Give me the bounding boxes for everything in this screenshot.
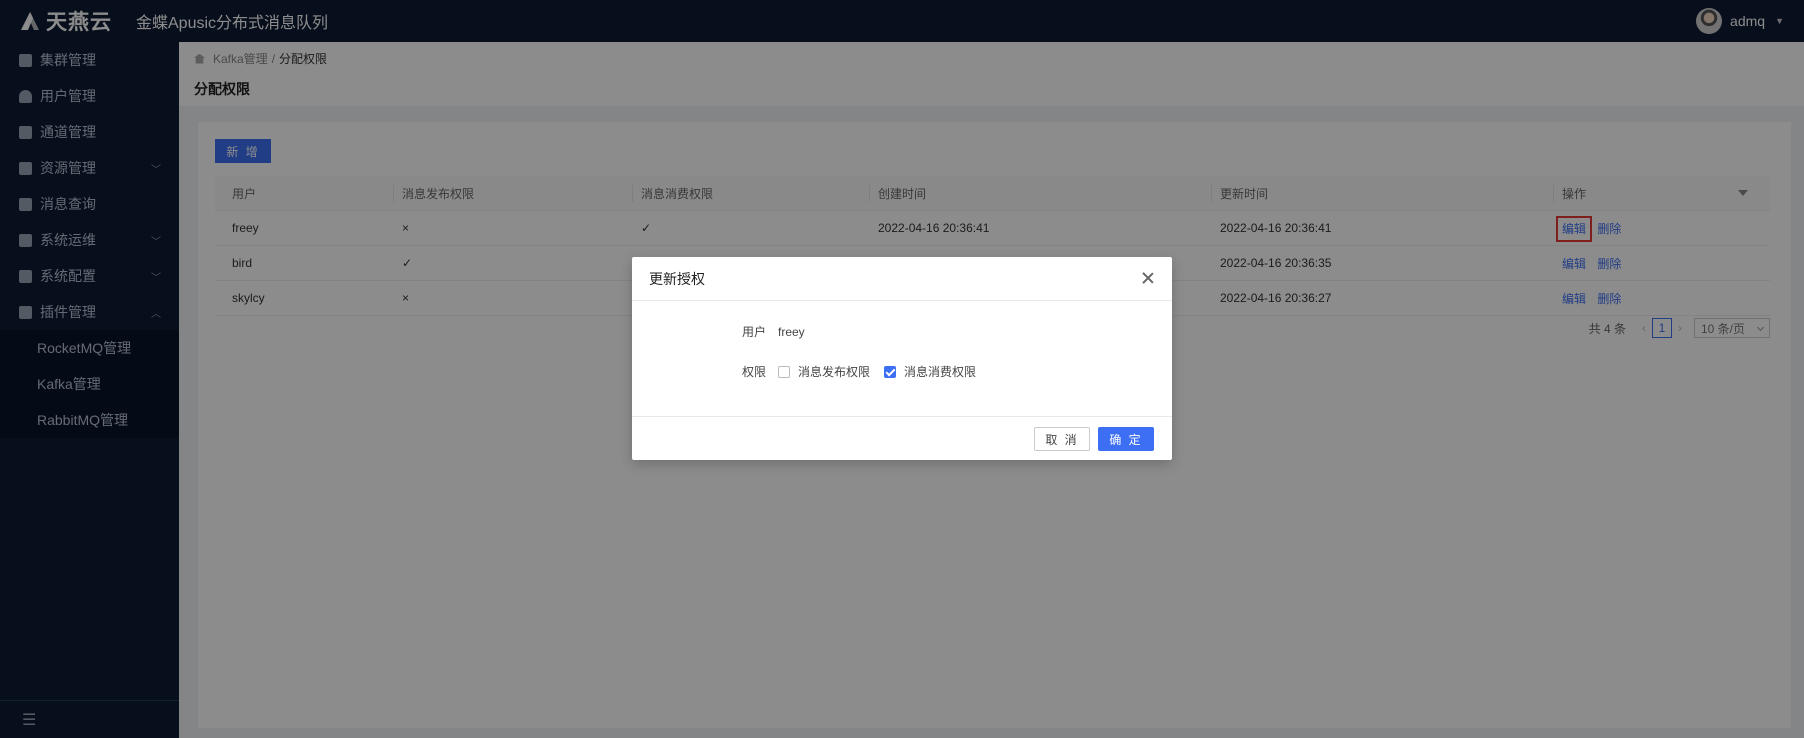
- user-label: 用户: [741, 325, 766, 339]
- update-permission-dialog: 更新授权 用户 freey 权限 消息发布权限 消息消费权限 取 消 确 定: [632, 257, 1172, 460]
- permission-label: 权限: [741, 365, 766, 379]
- modal-footer: 取 消 确 定: [632, 416, 1172, 460]
- publish-permission-label[interactable]: 消息发布权限: [798, 363, 870, 380]
- confirm-button[interactable]: 确 定: [1098, 427, 1154, 451]
- publish-permission-checkbox[interactable]: [778, 365, 790, 378]
- consume-permission-checkbox[interactable]: [884, 365, 897, 378]
- permission-checkbox-group: 消息发布权限 消息消费权限: [778, 363, 990, 380]
- consume-permission-label[interactable]: 消息消费权限: [904, 363, 976, 380]
- form-row-permissions: 权限 消息发布权限 消息消费权限: [736, 363, 990, 380]
- form-row-user: 用户 freey: [736, 323, 805, 340]
- modal-title: 更新授权: [649, 270, 705, 287]
- close-icon[interactable]: [1142, 272, 1154, 284]
- cancel-button[interactable]: 取 消: [1034, 427, 1090, 451]
- user-value: freey: [778, 324, 805, 339]
- modal-header: 更新授权: [632, 257, 1172, 301]
